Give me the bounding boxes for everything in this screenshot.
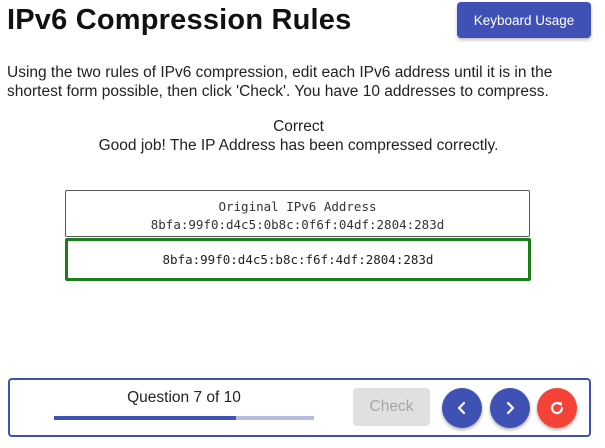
original-address-box: Original IPv6 Address 8bfa:99f0:d4c5:0b8… <box>65 190 530 237</box>
next-button[interactable] <box>490 388 530 428</box>
instructions-text: Using the two rules of IPv6 compression,… <box>7 64 553 100</box>
status-detail: Good job! The IP Address has been compre… <box>98 137 499 154</box>
footer-bar: Question 7 of 10 Check <box>8 378 591 437</box>
answer-input-value: 8bfa:99f0:d4c5:b8c:f6f:4df:2804:283d <box>162 252 434 267</box>
original-address-label: Original IPv6 Address <box>218 199 377 214</box>
refresh-icon <box>550 401 564 415</box>
answer-input[interactable]: 8bfa:99f0:d4c5:b8c:f6f:4df:2804:283d <box>65 238 531 281</box>
original-address-value: 8bfa:99f0:d4c5:0b8c:0f6f:04df:2804:283d <box>150 217 445 232</box>
progress-fill <box>54 416 236 420</box>
keyboard-usage-button[interactable]: Keyboard Usage <box>457 2 591 38</box>
status-message: Correct Good job! The IP Address has bee… <box>0 117 597 155</box>
status-heading: Correct <box>273 118 324 135</box>
question-counter: Question 7 of 10 <box>127 389 241 406</box>
progress-bar <box>54 416 314 420</box>
reset-button[interactable] <box>537 388 577 428</box>
chevron-left-icon <box>457 401 466 415</box>
page-title: IPv6 Compression Rules <box>7 4 352 36</box>
previous-button[interactable] <box>442 388 482 428</box>
check-button[interactable]: Check <box>353 388 430 426</box>
chevron-right-icon <box>506 401 515 415</box>
